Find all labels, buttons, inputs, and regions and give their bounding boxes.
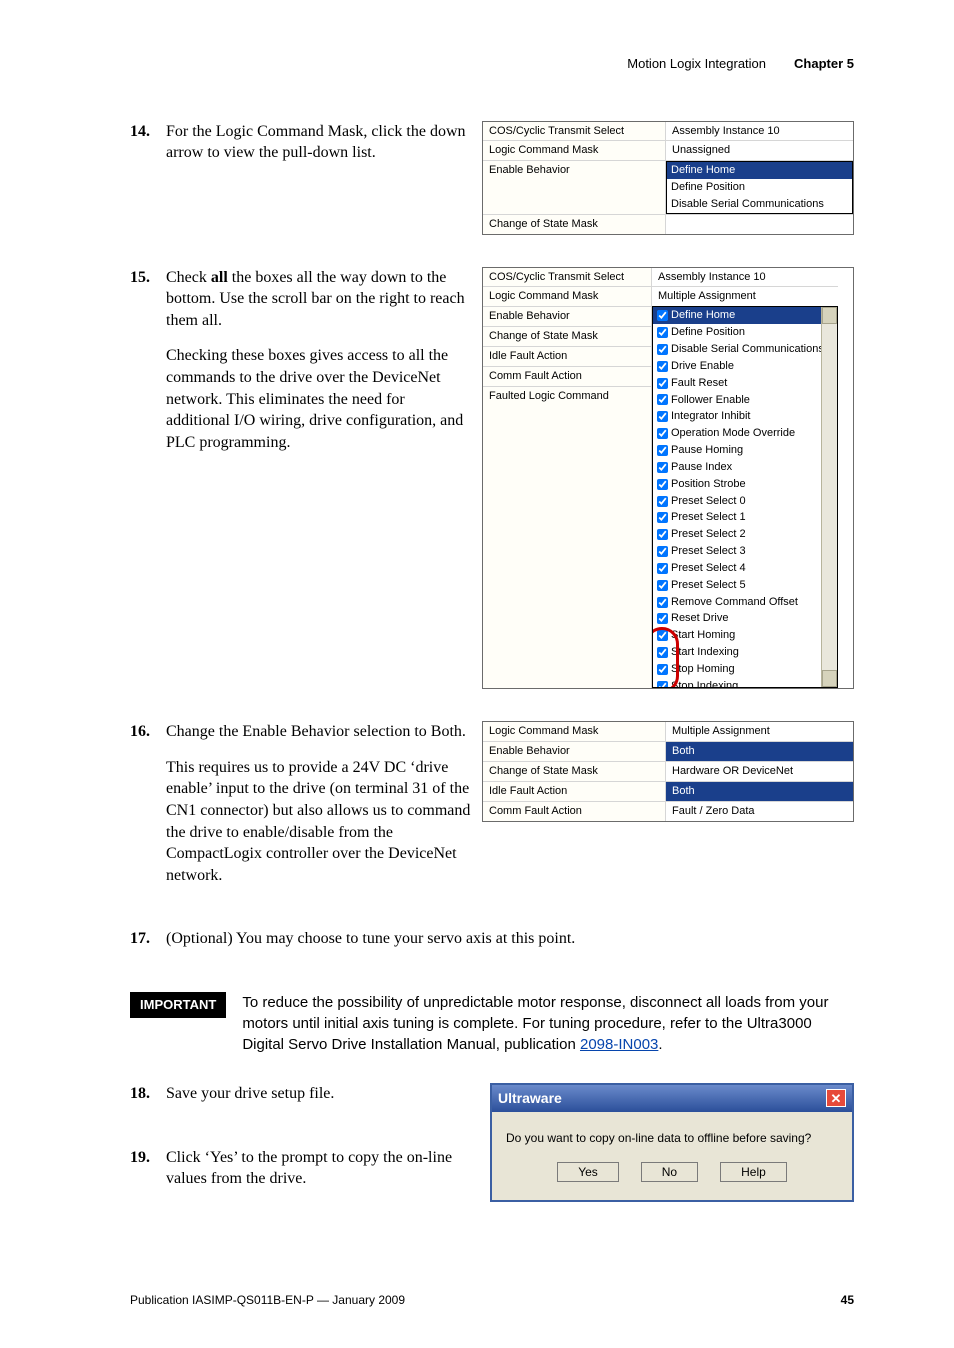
- checkbox[interactable]: [657, 647, 668, 658]
- checkbox[interactable]: [657, 664, 668, 675]
- checkbox[interactable]: [657, 479, 668, 490]
- no-button[interactable]: No: [641, 1162, 698, 1182]
- checkbox[interactable]: [657, 428, 668, 439]
- checkbox[interactable]: [657, 630, 668, 641]
- checkbox[interactable]: [657, 327, 668, 338]
- checkbox[interactable]: [657, 462, 668, 473]
- publication-link[interactable]: 2098-IN003: [580, 1036, 658, 1053]
- checkbox[interactable]: [657, 529, 668, 540]
- checkbox[interactable]: [657, 361, 668, 372]
- step16-text2: This requires us to provide a 24V DC ‘dr…: [166, 757, 472, 887]
- step-number: 15.: [130, 267, 152, 289]
- step15-text1: Check all the boxes all the way down to …: [166, 267, 472, 332]
- dialog-message: Do you want to copy on-line data to offl…: [506, 1130, 838, 1146]
- checklist-option[interactable]: Start Homing: [653, 627, 837, 644]
- step16-text1: Change the Enable Behavior selection to …: [166, 721, 472, 743]
- step19-text: Click ‘Yes’ to the prompt to copy the on…: [166, 1147, 466, 1190]
- checkbox[interactable]: [657, 344, 668, 355]
- checklist-option[interactable]: Define Position: [653, 324, 837, 341]
- checklist-option[interactable]: Preset Select 4: [653, 560, 837, 577]
- step14-text: For the Logic Command Mask, click the do…: [166, 121, 472, 164]
- checklist-option[interactable]: Preset Select 5: [653, 577, 837, 594]
- step-number: 19.: [130, 1147, 152, 1169]
- checklist-option[interactable]: Preset Select 2: [653, 526, 837, 543]
- scrollbar[interactable]: [821, 307, 837, 687]
- important-note: IMPORTANT To reduce the possibility of u…: [130, 992, 854, 1055]
- checklist-option[interactable]: Drive Enable: [653, 358, 837, 375]
- checklist-option[interactable]: Operation Mode Override: [653, 425, 837, 442]
- help-button[interactable]: Help: [720, 1162, 787, 1182]
- checklist-option[interactable]: Preset Select 3: [653, 543, 837, 560]
- checkbox[interactable]: [657, 310, 668, 321]
- page-footer: Publication IASIMP-QS011B-EN-P — January…: [130, 1292, 854, 1308]
- checkbox[interactable]: [657, 597, 668, 608]
- checkbox[interactable]: [657, 546, 668, 557]
- step-number: 14.: [130, 121, 152, 143]
- checklist-option[interactable]: Preset Select 0: [653, 493, 837, 510]
- checklist-option[interactable]: Define Home: [653, 307, 837, 324]
- step-number: 16.: [130, 721, 152, 743]
- screenshot-step14: COS/Cyclic Transmit SelectAssembly Insta…: [482, 121, 854, 235]
- close-icon[interactable]: ✕: [826, 1089, 846, 1107]
- step15-text2: Checking these boxes gives access to all…: [166, 345, 472, 453]
- header-chapter: Chapter 5: [794, 55, 854, 73]
- checklist-option[interactable]: Remove Command Offset: [653, 594, 837, 611]
- logic-command-checklist[interactable]: Define HomeDefine PositionDisable Serial…: [652, 306, 838, 688]
- ultraware-dialog: Ultraware ✕ Do you want to copy on-line …: [490, 1083, 854, 1202]
- dialog-title: Ultraware: [498, 1089, 562, 1108]
- checkbox[interactable]: [657, 563, 668, 574]
- footer-page-number: 45: [841, 1292, 854, 1308]
- checklist-option[interactable]: Disable Serial Communications: [653, 341, 837, 358]
- page-header: Motion Logix Integration Chapter 5: [130, 55, 854, 73]
- checklist-option[interactable]: Start Indexing: [653, 644, 837, 661]
- important-label: IMPORTANT: [130, 992, 226, 1018]
- checklist-option[interactable]: Pause Homing: [653, 442, 837, 459]
- checklist-option[interactable]: Stop Indexing: [653, 678, 837, 688]
- screenshot-step16: Logic Command MaskMultiple Assignment En…: [482, 721, 854, 821]
- checklist-option[interactable]: Pause Index: [653, 459, 837, 476]
- checkbox[interactable]: [657, 445, 668, 456]
- screenshot-step15: COS/Cyclic Transmit Select Logic Command…: [482, 267, 854, 690]
- checklist-option[interactable]: Preset Select 1: [653, 509, 837, 526]
- logic-command-dropdown[interactable]: Define Home Define Position Disable Seri…: [666, 161, 853, 214]
- checkbox[interactable]: [657, 411, 668, 422]
- checkbox[interactable]: [657, 512, 668, 523]
- header-section: Motion Logix Integration: [627, 55, 766, 73]
- footer-publication: Publication IASIMP-QS011B-EN-P — January…: [130, 1292, 405, 1308]
- checklist-option[interactable]: Integrator Inhibit: [653, 408, 837, 425]
- enable-behavior-select[interactable]: Both: [666, 742, 853, 761]
- step18-text: Save your drive setup file.: [166, 1083, 466, 1105]
- checklist-option[interactable]: Follower Enable: [653, 392, 837, 409]
- checkbox[interactable]: [657, 580, 668, 591]
- checklist-option[interactable]: Fault Reset: [653, 375, 837, 392]
- checkbox[interactable]: [657, 613, 668, 624]
- checkbox[interactable]: [657, 378, 668, 389]
- checkbox[interactable]: [657, 681, 668, 689]
- step-number: 17.: [130, 928, 152, 950]
- checklist-option[interactable]: Reset Drive: [653, 610, 837, 627]
- checkbox[interactable]: [657, 496, 668, 507]
- yes-button[interactable]: Yes: [557, 1162, 619, 1182]
- checklist-option[interactable]: Stop Homing: [653, 661, 837, 678]
- checkbox[interactable]: [657, 394, 668, 405]
- checklist-option[interactable]: Position Strobe: [653, 476, 837, 493]
- step-number: 18.: [130, 1083, 152, 1105]
- step17-text: (Optional) You may choose to tune your s…: [166, 928, 854, 950]
